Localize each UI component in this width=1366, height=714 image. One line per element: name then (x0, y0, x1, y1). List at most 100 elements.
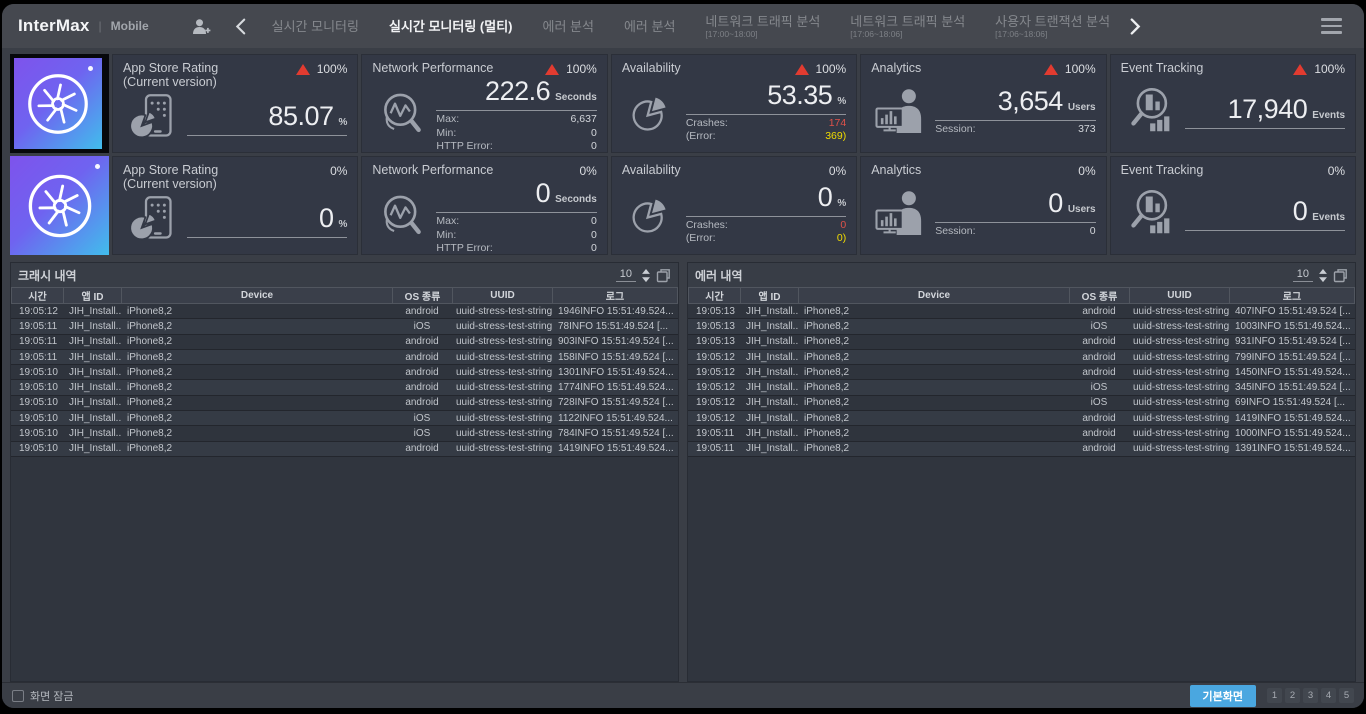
tab-realtime-monitoring[interactable]: 실시간 모니터링 (272, 19, 359, 34)
col-header-app-id[interactable]: 앱 ID (63, 287, 121, 304)
table-row[interactable]: 19:05:13 JIH_Install... iPhone8,2 iOS uu… (688, 319, 1355, 334)
cell-app-id: JIH_Install... (740, 304, 798, 318)
table-row[interactable]: 19:05:12 JIH_Install... iPhone8,2 androi… (688, 411, 1355, 426)
table-row[interactable]: 19:05:10 JIH_Install... iPhone8,2 androi… (11, 396, 678, 411)
user-monitor-icon (871, 185, 931, 243)
table-row[interactable]: 19:05:11 JIH_Install... iPhone8,2 androi… (688, 426, 1355, 441)
cell-log: 799INFO 15:51:49.524 [... (1229, 350, 1355, 364)
card-availability-1[interactable]: Availability 100% 5 (611, 54, 857, 153)
col-header-app-id[interactable]: 앱 ID (740, 287, 798, 304)
footer-bar: 화면 잠금 기본화면 1 2 3 4 5 (2, 682, 1364, 708)
col-header-os[interactable]: OS 종류 (392, 287, 452, 304)
default-screen-button[interactable]: 기본화면 (1190, 685, 1256, 707)
col-header-device[interactable]: Device (798, 287, 1069, 304)
col-header-device[interactable]: Device (121, 287, 392, 304)
page-size-value[interactable]: 10 (1293, 268, 1313, 282)
table-row[interactable]: 19:05:13 JIH_Install... iPhone8,2 androi… (688, 304, 1355, 319)
cell-os: android (1069, 304, 1129, 318)
tab-error-analysis-1[interactable]: 에러 분석 (543, 19, 594, 34)
table-row[interactable]: 19:05:11 JIH_Install... iPhone8,2 androi… (688, 442, 1355, 457)
app-icon-tile-1[interactable] (10, 54, 109, 153)
popout-icon[interactable] (656, 268, 671, 283)
cell-device: iPhone8,2 (121, 350, 392, 364)
table-row[interactable]: 19:05:11 JIH_Install... iPhone8,2 androi… (11, 350, 678, 365)
tab-error-analysis-2[interactable]: 에러 분석 (624, 19, 675, 34)
tab-network-traffic-1[interactable]: 네트워크 트래픽 분석 [17:00~18:00] (705, 14, 820, 39)
page-button-1[interactable]: 1 (1267, 688, 1282, 703)
card-network-performance-2[interactable]: Network Performance 0% (361, 156, 607, 255)
cell-uuid: uuid-stress-test-string-... (452, 442, 552, 456)
menu-icon[interactable] (1319, 14, 1344, 37)
col-header-uuid[interactable]: UUID (1129, 287, 1229, 304)
error-table-body: 19:05:13 JIH_Install... iPhone8,2 androi… (688, 304, 1355, 457)
app-icon-tile-2[interactable] (10, 156, 109, 255)
card-analytics-2[interactable]: Analytics 0% (860, 156, 1106, 255)
metric-value: 0 (1048, 188, 1063, 219)
card-network-performance-1[interactable]: Network Performance 100% (361, 54, 607, 153)
cell-os: android (1069, 411, 1129, 425)
user-add-icon[interactable] (191, 17, 211, 36)
card-availability-2[interactable]: Availability 0% 0 (611, 156, 857, 255)
card-event-tracking-2[interactable]: Event Tracking 0% (1110, 156, 1356, 255)
cell-os: iOS (1069, 396, 1129, 410)
magnifier-wave-icon (372, 188, 432, 246)
metric-value: 53.35 (767, 80, 832, 111)
table-row[interactable]: 19:05:12 JIH_Install... iPhone8,2 androi… (688, 350, 1355, 365)
tab-realtime-monitoring-multi[interactable]: 실시간 모니터링 (멀티) (389, 19, 513, 34)
alert-triangle-icon (1293, 64, 1307, 75)
table-row[interactable]: 19:05:10 JIH_Install... iPhone8,2 iOS uu… (11, 426, 678, 441)
tab-user-transaction[interactable]: 사용자 트랜잭션 분석 [17:06~18:06] (995, 14, 1110, 39)
cell-uuid: uuid-stress-test-string-... (1129, 335, 1229, 349)
col-header-time[interactable]: 시간 (688, 287, 740, 304)
col-header-log[interactable]: 로그 (552, 287, 678, 304)
col-header-time[interactable]: 시간 (11, 287, 63, 304)
table-row[interactable]: 19:05:10 JIH_Install... iPhone8,2 androi… (11, 442, 678, 457)
panel-title: 에러 내역 (695, 267, 743, 284)
card-title: Analytics (871, 163, 921, 177)
page-button-4[interactable]: 4 (1321, 688, 1336, 703)
metric-value: 3,654 (998, 86, 1063, 117)
table-row[interactable]: 19:05:10 JIH_Install... iPhone8,2 androi… (11, 380, 678, 395)
table-row[interactable]: 19:05:12 JIH_Install... iPhone8,2 iOS uu… (688, 396, 1355, 411)
page-button-5[interactable]: 5 (1339, 688, 1354, 703)
cell-os: android (392, 442, 452, 456)
aperture-icon (17, 163, 103, 249)
card-analytics-1[interactable]: Analytics 100% (860, 54, 1106, 153)
screen-lock-checkbox[interactable] (12, 690, 24, 702)
popout-icon[interactable] (1333, 268, 1348, 283)
nav-next-icon[interactable] (1130, 18, 1141, 35)
page-size-stepper-icon[interactable] (641, 268, 651, 283)
col-header-uuid[interactable]: UUID (452, 287, 552, 304)
cell-os: iOS (392, 426, 452, 440)
cell-uuid: uuid-stress-test-string-... (452, 304, 552, 318)
table-row[interactable]: 19:05:10 JIH_Install... iPhone8,2 androi… (11, 365, 678, 380)
nav-prev-icon[interactable] (235, 18, 246, 35)
card-event-tracking-1[interactable]: Event Tracking 100% (1110, 54, 1356, 153)
card-app-store-rating-2[interactable]: App Store Rating (Current version) 0% (112, 156, 358, 255)
table-row[interactable]: 19:05:12 JIH_Install... iPhone8,2 androi… (688, 365, 1355, 380)
badge-percent: 0% (330, 164, 347, 178)
page-button-3[interactable]: 3 (1303, 688, 1318, 703)
phone-pie-icon (123, 89, 183, 147)
col-header-os[interactable]: OS 종류 (1069, 287, 1129, 304)
page-size-stepper-icon[interactable] (1318, 268, 1328, 283)
tab-network-traffic-2[interactable]: 네트워크 트래픽 분석 [17:06~18:06] (850, 14, 965, 39)
cell-uuid: uuid-stress-test-string-... (452, 426, 552, 440)
table-row[interactable]: 19:05:10 JIH_Install... iPhone8,2 iOS uu… (11, 411, 678, 426)
cell-os: android (392, 335, 452, 349)
table-row[interactable]: 19:05:11 JIH_Install... iPhone8,2 androi… (11, 335, 678, 350)
cell-os: android (392, 365, 452, 379)
table-row[interactable]: 19:05:13 JIH_Install... iPhone8,2 androi… (688, 335, 1355, 350)
card-app-store-rating-1[interactable]: App Store Rating (Current version) 100% (112, 54, 358, 153)
table-row[interactable]: 19:05:12 JIH_Install... iPhone8,2 androi… (11, 304, 678, 319)
page-button-2[interactable]: 2 (1285, 688, 1300, 703)
cell-app-id: JIH_Install... (740, 396, 798, 410)
cell-log: 1774INFO 15:51:49.524... (552, 380, 678, 394)
cell-device: iPhone8,2 (798, 304, 1069, 318)
page-size-value[interactable]: 10 (616, 268, 636, 282)
col-header-log[interactable]: 로그 (1229, 287, 1355, 304)
badge-percent: 100% (566, 62, 597, 76)
table-row[interactable]: 19:05:12 JIH_Install... iPhone8,2 iOS uu… (688, 380, 1355, 395)
cell-time: 19:05:11 (11, 335, 63, 349)
table-row[interactable]: 19:05:11 JIH_Install... iPhone8,2 iOS uu… (11, 319, 678, 334)
